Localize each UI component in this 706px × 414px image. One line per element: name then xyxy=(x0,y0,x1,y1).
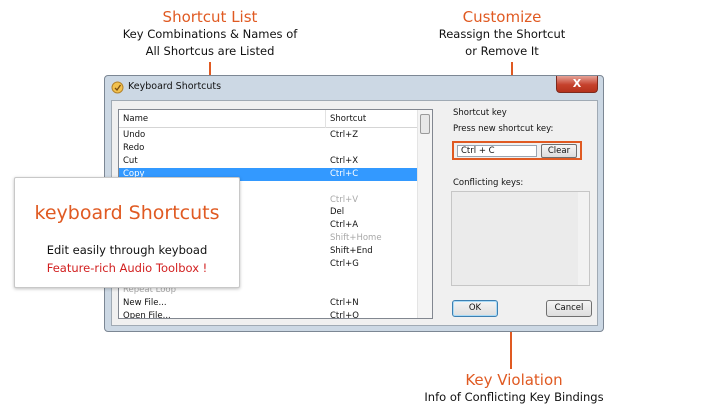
shortcut-list-annotation-line2: All Shortcus are Listed xyxy=(145,44,275,58)
shortcut-key-editor: Ctrl + C Clear xyxy=(452,141,582,160)
list-item[interactable]: Undo Ctrl+Z xyxy=(119,129,419,142)
list-item-shortcut: Shift+Home xyxy=(330,233,382,244)
column-header-name[interactable]: Name xyxy=(123,114,148,124)
key-violation-annotation-title: Key Violation xyxy=(465,371,563,389)
list-item[interactable]: Redo xyxy=(119,142,419,155)
list-item-shortcut: Ctrl+V xyxy=(330,194,359,205)
conflicting-keys-label: Conflicting keys: xyxy=(453,178,524,188)
list-item-shortcut: Ctrl+A xyxy=(330,220,359,231)
promo-overlay-card: keyboard Shortcuts Edit easily through k… xyxy=(14,177,240,288)
list-item-shortcut: Ctrl+N xyxy=(330,297,359,308)
app-icon xyxy=(111,81,124,94)
shortcut-list-annotation-line1: Key Combinations & Names of xyxy=(122,27,298,41)
list-item-name: Cut xyxy=(123,155,138,166)
close-button[interactable]: X xyxy=(556,76,598,93)
list-item-shortcut: Ctrl+Z xyxy=(330,130,359,140)
shortcut-list-annotation-title: Shortcut List xyxy=(162,8,258,26)
list-item-name: Undo xyxy=(123,130,146,140)
list-item-shortcut: Ctrl+G xyxy=(330,259,359,269)
list-item-name: Open File... xyxy=(123,310,171,319)
overlay-subtitle: Edit easily through keyboad xyxy=(46,243,208,257)
shortcut-key-input[interactable]: Ctrl + C xyxy=(457,145,537,157)
list-scrollbar[interactable] xyxy=(417,110,432,318)
list-item[interactable]: Cut Ctrl+X xyxy=(119,155,419,168)
dialog-title: Keyboard Shortcuts xyxy=(128,81,222,92)
customize-annotation-title: Customize xyxy=(462,8,542,26)
key-violation-annotation-line1: Info of Conflicting Key Bindings xyxy=(424,390,604,404)
list-item-shortcut: Ctrl+X xyxy=(330,155,359,166)
list-item-shortcut: Ctrl+C xyxy=(330,168,359,179)
ok-button[interactable]: OK xyxy=(452,300,498,317)
column-header-shortcut[interactable]: Shortcut xyxy=(330,114,366,124)
conflicting-keys-box[interactable] xyxy=(451,191,590,286)
customize-annotation-line2: or Remove It xyxy=(465,44,539,58)
list-item-shortcut: Del xyxy=(330,207,345,218)
list-item-shortcut: Ctrl+O xyxy=(330,310,359,319)
list-item-name: Redo xyxy=(123,142,145,153)
cancel-button[interactable]: Cancel xyxy=(546,300,592,317)
shortcut-key-group-label: Shortcut key xyxy=(453,108,507,118)
overlay-title: keyboard Shortcuts xyxy=(34,202,220,224)
scrollbar-thumb[interactable] xyxy=(420,114,430,134)
header-separator xyxy=(325,110,326,128)
list-header: Name Shortcut xyxy=(119,110,419,128)
list-item[interactable]: Open File... Ctrl+O xyxy=(119,310,419,319)
list-item[interactable]: New File... Ctrl+N xyxy=(119,297,419,310)
customize-annotation-line1: Reassign the Shortcut xyxy=(438,27,566,41)
clear-button[interactable]: Clear xyxy=(541,144,577,158)
close-icon: X xyxy=(572,77,582,90)
press-new-key-label: Press new shortcut key: xyxy=(453,124,554,134)
list-item-name: New File... xyxy=(123,297,167,308)
overlay-tagline: Feature-rich Audio Toolbox ! xyxy=(46,261,208,275)
dialog-titlebar: Keyboard Shortcuts X xyxy=(105,76,603,100)
conflicting-keys-scrollbar[interactable] xyxy=(578,192,589,285)
list-item-shortcut: Shift+End xyxy=(330,246,373,257)
